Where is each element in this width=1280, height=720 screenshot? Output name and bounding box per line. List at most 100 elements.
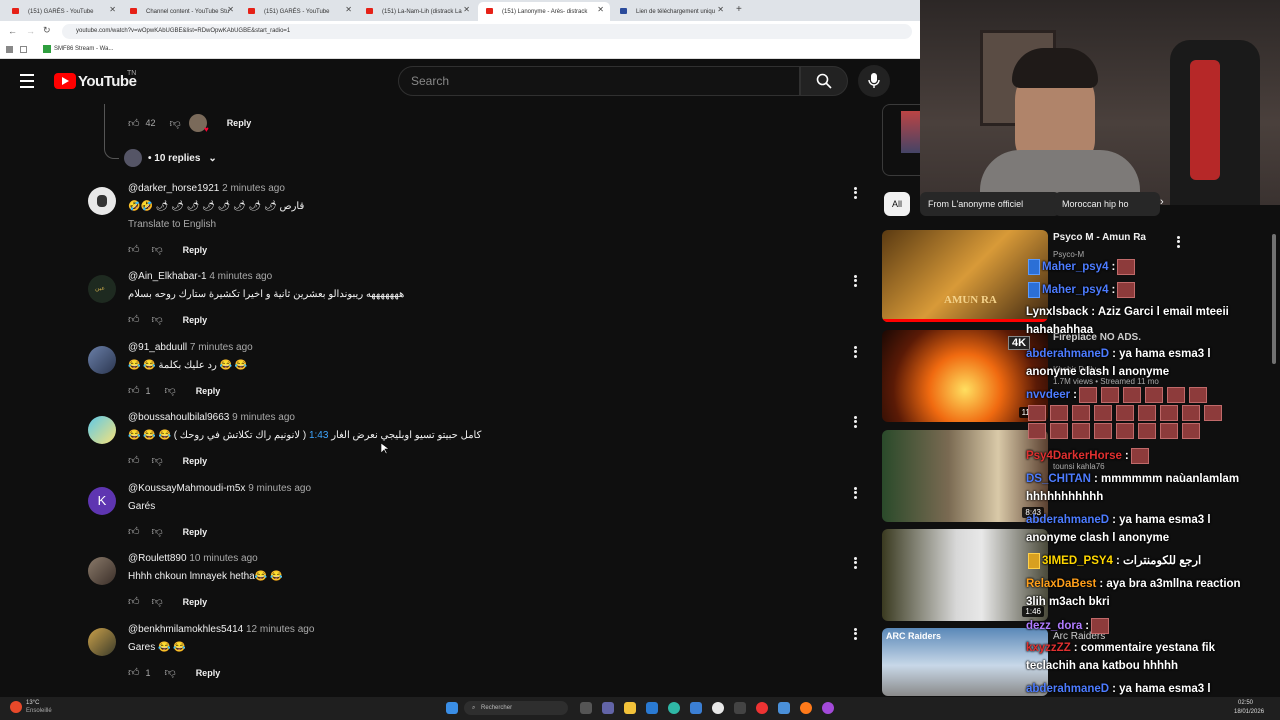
reply-button[interactable]: Reply: [183, 315, 208, 325]
browser-tab[interactable]: (151) GARÉS - YouTube ✕: [4, 2, 122, 21]
weather-temp[interactable]: 13°C: [26, 700, 39, 706]
terminal-icon[interactable]: [734, 702, 746, 714]
author-name[interactable]: @Ain_Elkhabar-1: [128, 271, 207, 282]
close-tab-icon[interactable]: ✕: [345, 5, 352, 14]
url-field[interactable]: youtube.com/watch?v=wOpwKAbUGBE&list=RDw…: [62, 24, 912, 39]
bookmark-link[interactable]: SMF86 Stream - Wa...: [54, 46, 113, 52]
comment-author[interactable]: @darker_horse1921 2 minutes ago: [128, 183, 285, 194]
weather-icon[interactable]: [10, 701, 22, 713]
timestamp-link[interactable]: 1:43: [309, 430, 328, 441]
comment-time[interactable]: 12 minutes ago: [246, 624, 314, 635]
photos-icon[interactable]: [778, 702, 790, 714]
chevron-right-icon[interactable]: ›: [1160, 196, 1164, 208]
dislike-icon[interactable]: 👎︎: [152, 313, 163, 326]
comment-time[interactable]: 9 minutes ago: [232, 412, 295, 423]
windows-start-icon[interactable]: [446, 702, 458, 714]
chip-all[interactable]: All: [884, 192, 910, 216]
sidebar-scrollbar[interactable]: [1272, 234, 1276, 364]
browser-tab[interactable]: (151) GARÉS - YouTube ✕: [240, 2, 358, 21]
reply-button[interactable]: Reply: [183, 245, 208, 255]
forward-icon[interactable]: →: [26, 26, 35, 36]
comment-author[interactable]: @91_abduull 7 minutes ago: [128, 342, 253, 353]
back-icon[interactable]: ←: [8, 26, 17, 36]
browser-tab[interactable]: (151) La-Nam-Lih (distrack La ✕: [358, 2, 476, 21]
dislike-icon[interactable]: 👎︎: [152, 525, 163, 538]
avatar[interactable]: عين: [88, 275, 116, 303]
chip-genre[interactable]: Moroccan hip ho: [1054, 192, 1160, 216]
edge-icon[interactable]: [668, 702, 680, 714]
dislike-icon[interactable]: 👎︎: [152, 595, 163, 608]
like-icon[interactable]: 👍︎: [128, 525, 140, 538]
like-icon[interactable]: 👍︎: [128, 666, 140, 679]
app-icon[interactable]: [690, 702, 702, 714]
close-tab-icon[interactable]: ✕: [227, 5, 234, 14]
firefox-icon[interactable]: [800, 702, 812, 714]
author-name[interactable]: @KoussayMahmoudi-m5x: [128, 483, 245, 494]
task-view-icon[interactable]: [580, 702, 592, 714]
mini-thumbnail[interactable]: [901, 111, 921, 153]
close-tab-icon[interactable]: ✕: [109, 5, 116, 14]
like-icon[interactable]: 👍︎: [128, 595, 140, 608]
avatar[interactable]: [88, 346, 116, 374]
like-icon[interactable]: 👍︎: [128, 454, 140, 467]
more-options-icon[interactable]: [852, 555, 858, 570]
browser-tab[interactable]: Lien de téléchargement uniqu ✕: [612, 2, 730, 21]
more-options-icon[interactable]: [852, 626, 858, 641]
author-name[interactable]: @91_abduull: [128, 342, 187, 353]
more-options-icon[interactable]: [852, 344, 858, 359]
chrome-profile-icon[interactable]: [756, 702, 768, 714]
more-options-icon[interactable]: [852, 185, 858, 200]
comment-author[interactable]: @KoussayMahmoudi-m5x 9 minutes ago: [128, 483, 311, 494]
dislike-icon[interactable]: 👎︎: [152, 243, 163, 256]
avatar[interactable]: K: [88, 487, 116, 515]
avatar[interactable]: [88, 416, 116, 444]
search-input[interactable]: Search: [398, 66, 800, 96]
like-icon[interactable]: 👍︎: [128, 384, 140, 397]
author-name[interactable]: @darker_horse1921: [128, 183, 219, 194]
comment-time[interactable]: 4 minutes ago: [209, 271, 272, 282]
show-replies-button[interactable]: • 10 replies ⌄: [124, 149, 217, 167]
dislike-icon[interactable]: 👎︎: [165, 666, 176, 679]
reply-button[interactable]: Reply: [183, 597, 208, 607]
file-explorer-icon[interactable]: [624, 702, 636, 714]
browser-tab-active[interactable]: (151) Lanonyme - Arès- distrack ✕: [478, 2, 610, 21]
comment-author[interactable]: @Ain_Elkhabar-1 4 minutes ago: [128, 271, 272, 282]
comment-author[interactable]: @boussahoulbilal9663 9 minutes ago: [128, 412, 295, 423]
author-name[interactable]: @benkhmilamokhles5414: [128, 624, 243, 635]
store-icon[interactable]: [646, 702, 658, 714]
author-name[interactable]: @boussahoulbilal9663: [128, 412, 229, 423]
reply-button[interactable]: Reply: [183, 527, 208, 537]
more-options-icon[interactable]: [852, 485, 858, 500]
comment-time[interactable]: 10 minutes ago: [189, 553, 257, 564]
like-icon[interactable]: 👍︎: [128, 313, 140, 326]
reply-button[interactable]: Reply: [196, 668, 221, 678]
avatar[interactable]: [88, 628, 116, 656]
more-options-icon[interactable]: [852, 414, 858, 429]
dislike-icon[interactable]: 👎︎: [165, 384, 176, 397]
grid-icon[interactable]: [20, 46, 27, 53]
browser-tab[interactable]: Channel content - YouTube Stu ✕: [122, 2, 240, 21]
clock-time[interactable]: 02:50: [1238, 700, 1253, 706]
comment-time[interactable]: 7 minutes ago: [190, 342, 253, 353]
more-options-icon[interactable]: [1175, 234, 1181, 249]
avatar[interactable]: [88, 187, 116, 215]
search-button[interactable]: [800, 66, 848, 96]
apps-icon[interactable]: [6, 46, 13, 53]
author-name[interactable]: @Roulett890: [128, 553, 187, 564]
close-tab-icon[interactable]: ✕: [597, 5, 604, 14]
comment-time[interactable]: 2 minutes ago: [222, 183, 285, 194]
close-tab-icon[interactable]: ✕: [463, 5, 470, 14]
clock-date[interactable]: 18/01/2026: [1234, 709, 1264, 715]
more-options-icon[interactable]: [852, 273, 858, 288]
video-title[interactable]: Psyco M - Amun Ra: [1053, 232, 1146, 243]
translate-link[interactable]: Translate to English: [128, 219, 216, 230]
chrome-icon[interactable]: [712, 702, 724, 714]
youtube-logo-icon[interactable]: [54, 73, 76, 89]
reply-button[interactable]: Reply: [227, 118, 252, 128]
reload-icon[interactable]: ↻: [43, 25, 51, 36]
menu-icon[interactable]: [20, 74, 34, 88]
obs-icon[interactable]: [822, 702, 834, 714]
voice-search-button[interactable]: [858, 65, 890, 97]
avatar[interactable]: [88, 557, 116, 585]
like-icon[interactable]: 👍︎: [128, 117, 140, 130]
